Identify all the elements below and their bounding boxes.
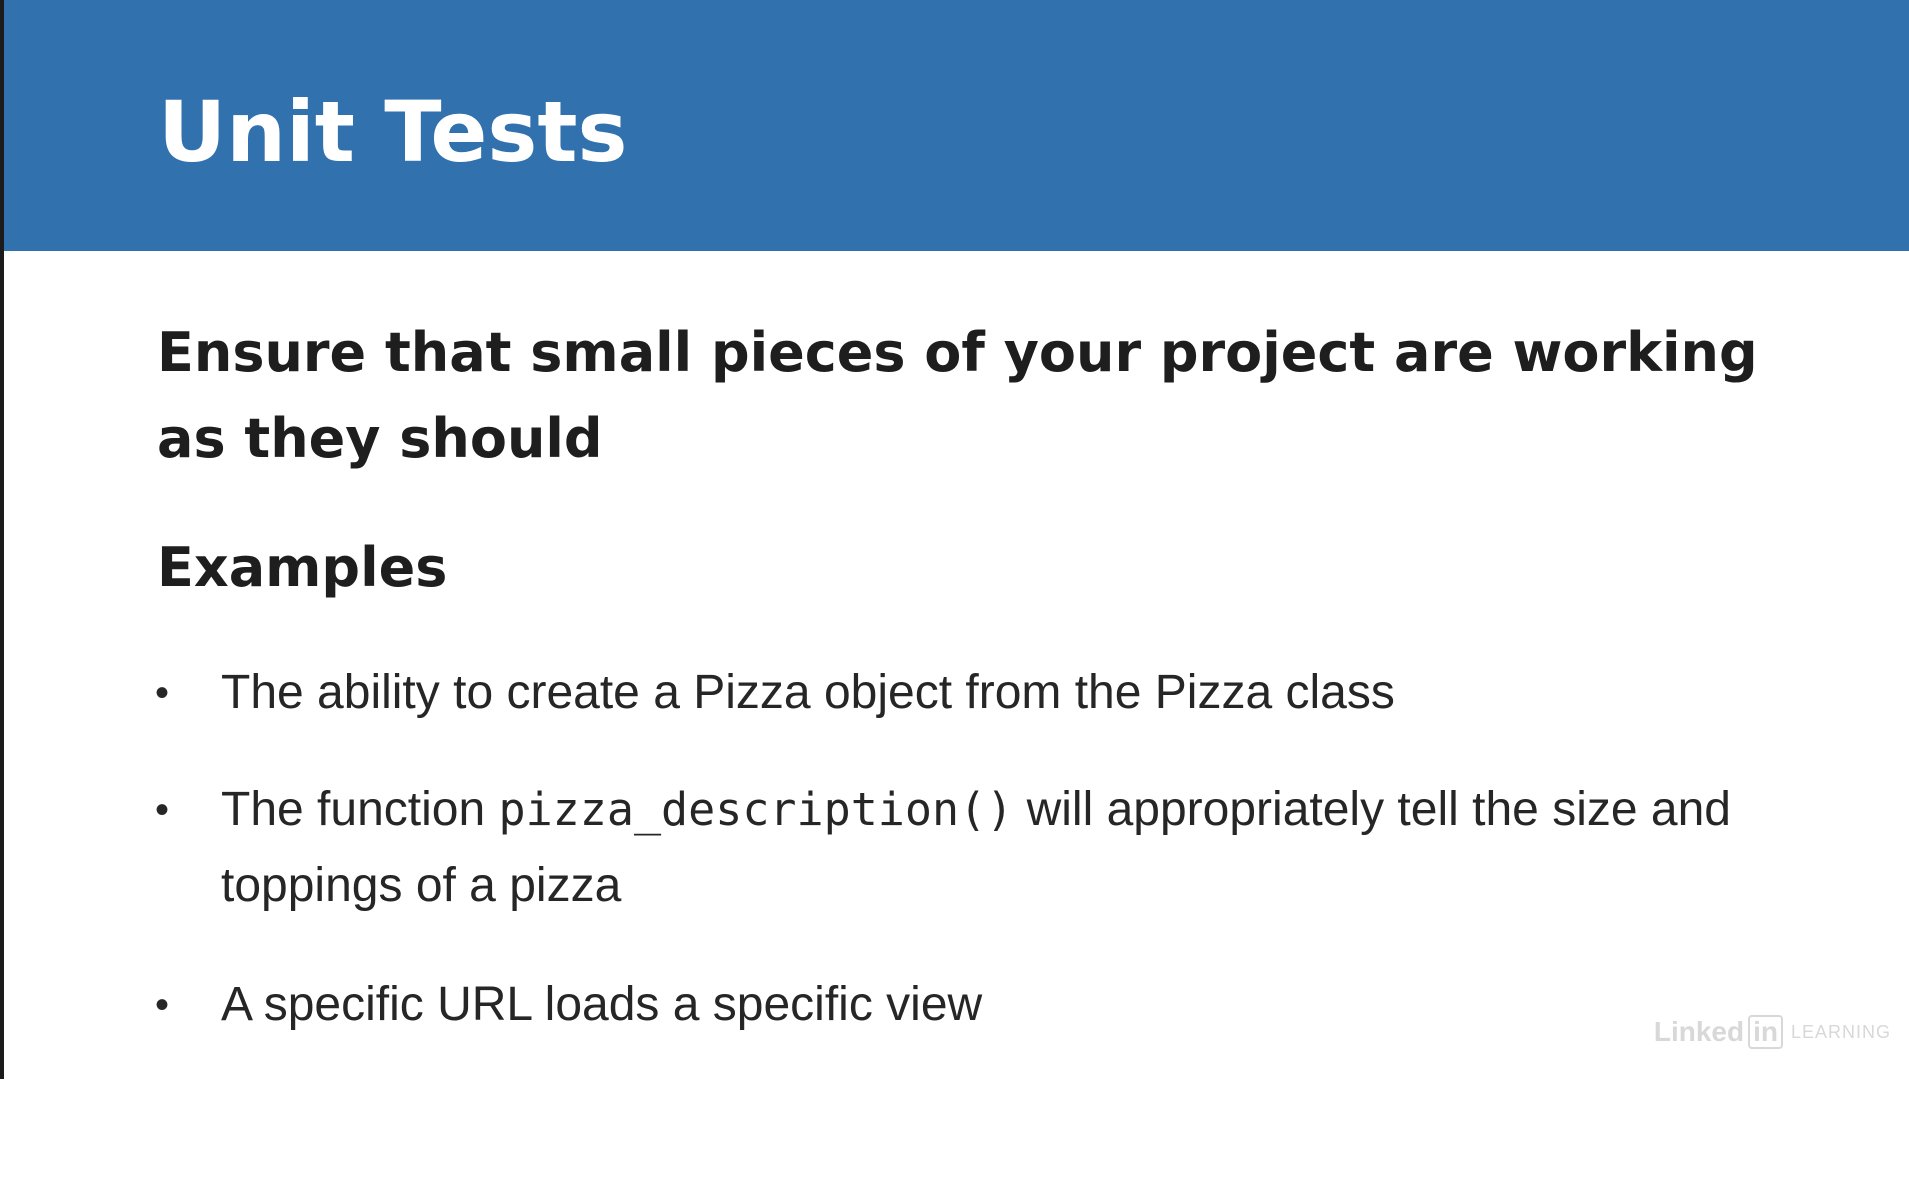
lead-statement: Ensure that small pieces of your project… bbox=[157, 321, 1758, 470]
example-text: The ability to create a Pizza object fro… bbox=[221, 666, 1395, 719]
bullet-icon: • bbox=[155, 983, 170, 1027]
slide-title: Unit Tests bbox=[158, 83, 628, 181]
watermark-learning: LEARNING bbox=[1790, 1022, 1891, 1042]
bullet-icon: • bbox=[155, 788, 170, 832]
bullet-icon: • bbox=[155, 671, 170, 715]
example-item: • A specific URL loads a specific view bbox=[155, 967, 1735, 1043]
watermark-linked: Linked bbox=[1653, 1016, 1745, 1047]
code-function-name: pizza_description() bbox=[498, 783, 1014, 836]
linkedin-learning-watermark: Linked in LEARNING bbox=[1654, 1014, 1891, 1050]
example-text: A specific URL loads a specific view bbox=[221, 978, 983, 1031]
example-item: • The function pizza_description() will … bbox=[155, 772, 1735, 924]
watermark-in-box: in bbox=[1748, 1015, 1783, 1049]
example-text: The function pizza_description() will ap… bbox=[221, 772, 1735, 924]
example-item: • The ability to create a Pizza object f… bbox=[155, 655, 1735, 731]
example-text-before: The function bbox=[221, 783, 499, 836]
examples-heading: Examples bbox=[157, 536, 448, 599]
slide: Unit Tests Ensure that small pieces of y… bbox=[0, 0, 1909, 1079]
